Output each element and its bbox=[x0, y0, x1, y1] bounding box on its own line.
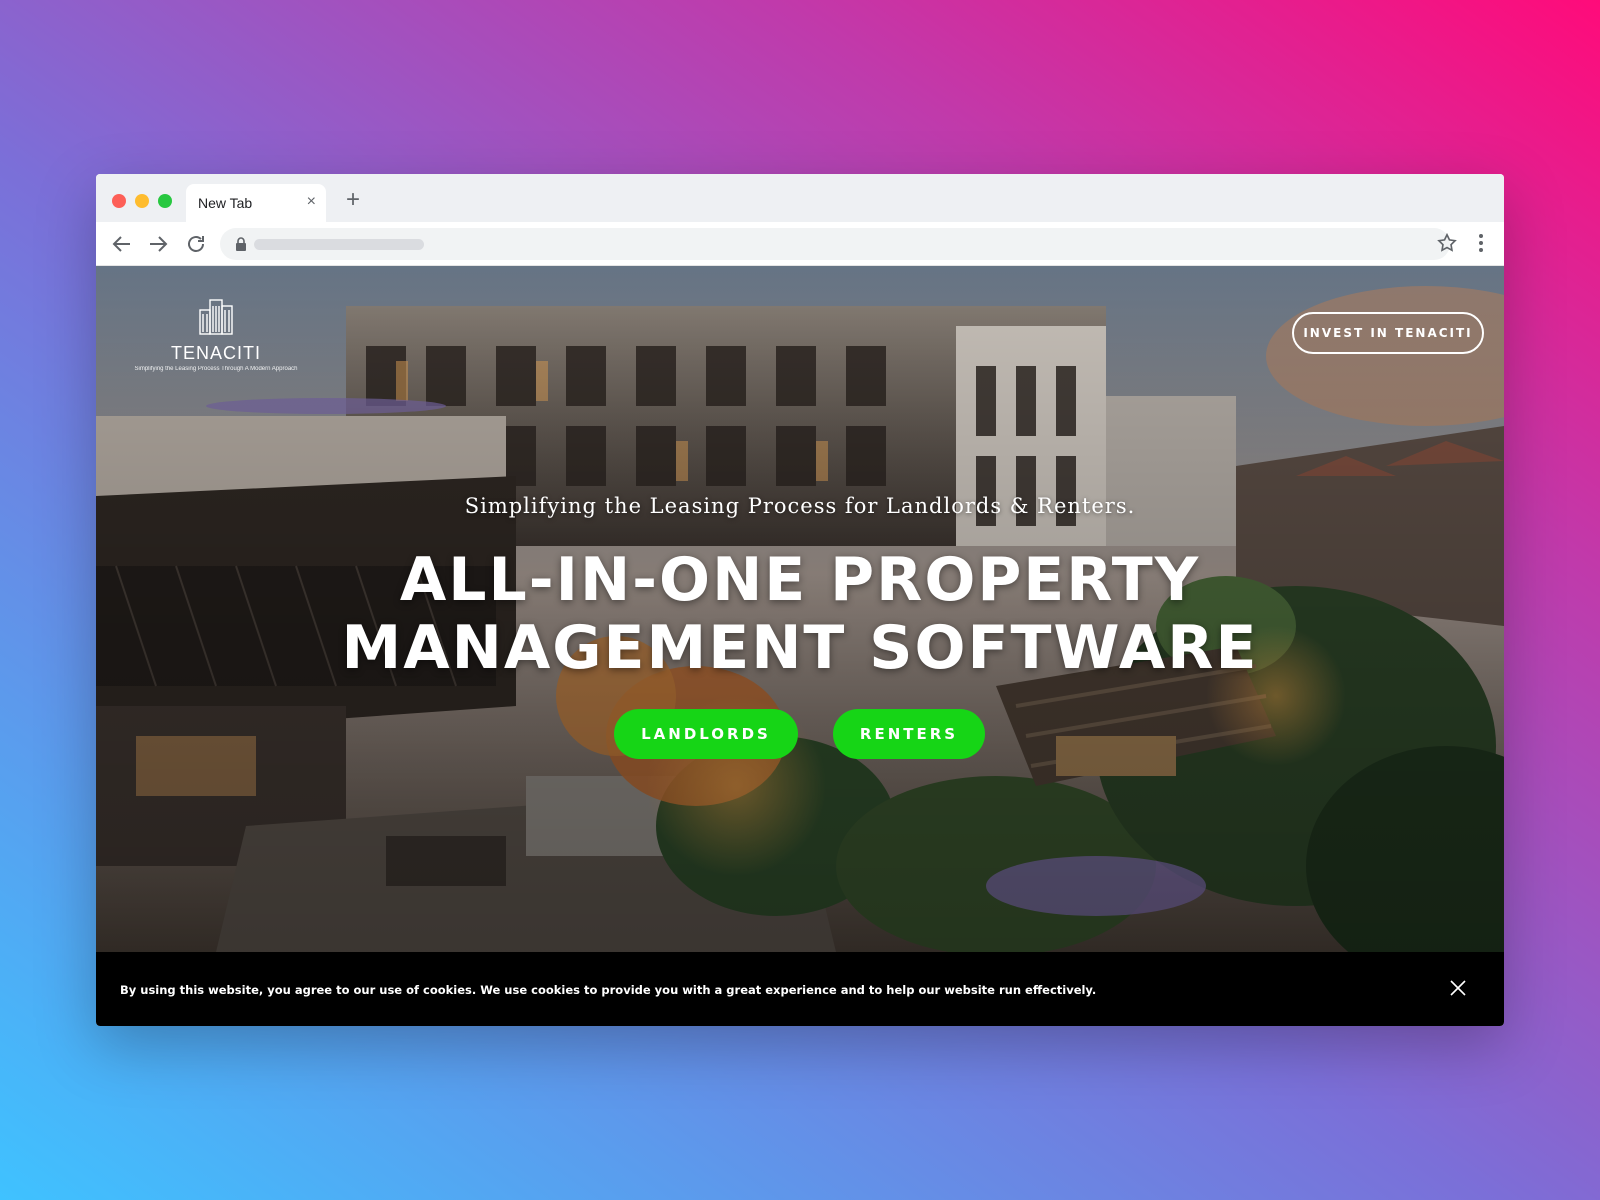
cookie-banner: By using this website, you agree to our … bbox=[96, 952, 1504, 1026]
minimize-window-button[interactable] bbox=[135, 194, 149, 208]
site-logo[interactable]: TENACITI Simplifying the Leasing Process… bbox=[126, 296, 306, 372]
tab-close-icon[interactable]: × bbox=[307, 193, 316, 211]
browser-toolbar bbox=[96, 222, 1504, 266]
maximize-window-button[interactable] bbox=[158, 194, 172, 208]
tab-bar: New Tab × + bbox=[96, 174, 1504, 222]
hero-headline: ALL-IN-ONE PROPERTY MANAGEMENT SOFTWARE bbox=[96, 546, 1504, 682]
tab-new-tab[interactable]: New Tab × bbox=[186, 184, 326, 222]
url-placeholder bbox=[254, 239, 424, 250]
logo-tagline: Simplifying the Leasing Process Through … bbox=[134, 366, 298, 372]
invest-button[interactable]: INVEST IN TENACITI bbox=[1292, 312, 1484, 354]
close-icon[interactable] bbox=[1448, 978, 1468, 998]
back-arrow-icon[interactable] bbox=[110, 232, 134, 256]
hero-subtitle: Simplifying the Leasing Process for Land… bbox=[464, 494, 1136, 518]
hero-section: TENACITI Simplifying the Leasing Process… bbox=[96, 266, 1504, 952]
renters-button[interactable]: RENTERS bbox=[833, 709, 985, 759]
reload-icon[interactable] bbox=[184, 232, 208, 256]
kebab-menu-icon[interactable] bbox=[1478, 233, 1484, 253]
headline-line-2: MANAGEMENT SOFTWARE bbox=[341, 613, 1259, 683]
forward-arrow-icon[interactable] bbox=[146, 232, 170, 256]
window-controls bbox=[112, 194, 172, 208]
tab-title: New Tab bbox=[198, 195, 253, 211]
landlords-button[interactable]: LANDLORDS bbox=[614, 709, 798, 759]
address-bar[interactable] bbox=[220, 228, 1450, 260]
building-logo-icon bbox=[199, 299, 233, 335]
logo-name: TENACITI bbox=[170, 343, 261, 363]
page-viewport: TENACITI Simplifying the Leasing Process… bbox=[96, 266, 1504, 1026]
new-tab-button[interactable]: + bbox=[346, 188, 360, 212]
lock-icon bbox=[236, 237, 246, 251]
star-icon[interactable] bbox=[1436, 232, 1458, 254]
cookie-message: By using this website, you agree to our … bbox=[120, 983, 1097, 997]
headline-line-1: ALL-IN-ONE PROPERTY bbox=[399, 545, 1201, 615]
browser-window: New Tab × + TENACITI Simplifying the Lea… bbox=[96, 174, 1504, 1026]
close-window-button[interactable] bbox=[112, 194, 126, 208]
